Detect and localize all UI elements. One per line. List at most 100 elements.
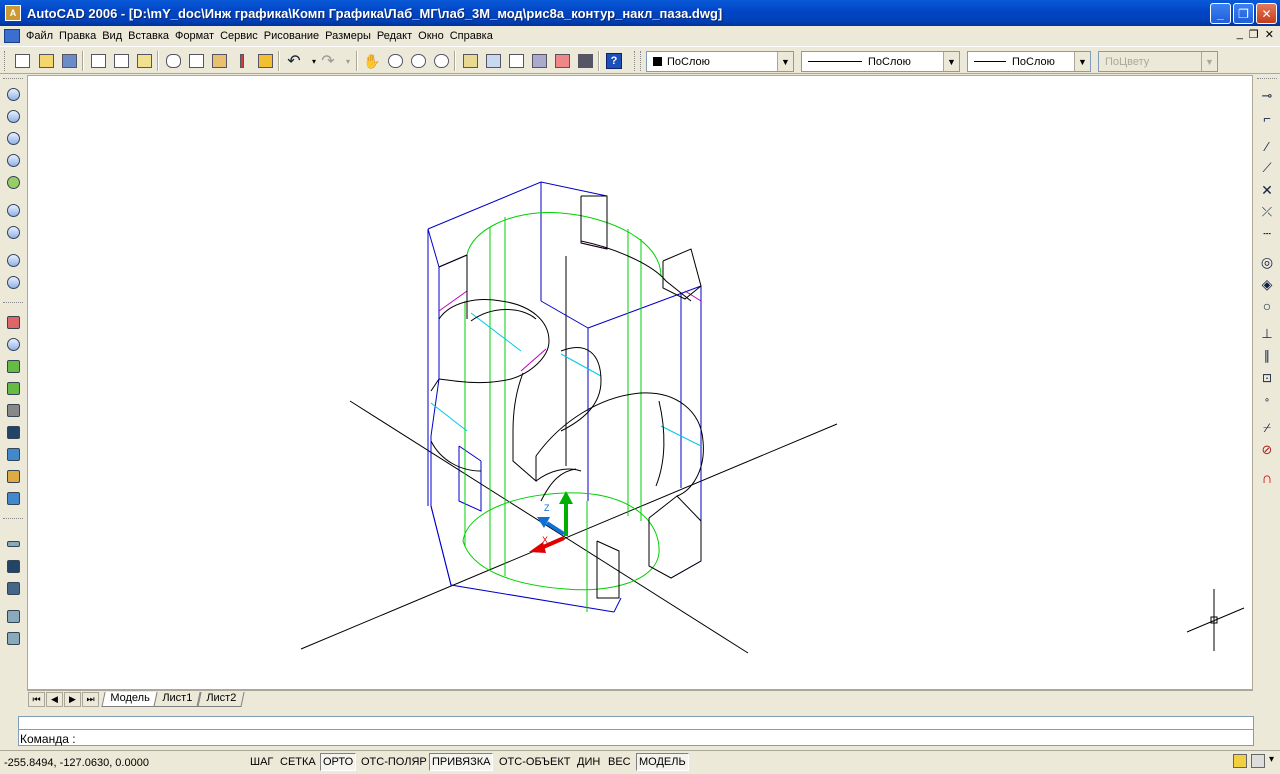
toolbar-grip[interactable] bbox=[3, 518, 23, 521]
3d-distance-icon[interactable] bbox=[4, 423, 22, 441]
menu-file[interactable]: Файл bbox=[26, 30, 59, 42]
pan-realtime-icon[interactable]: ✋ bbox=[362, 51, 382, 71]
menu-dimension[interactable]: Размеры bbox=[325, 30, 377, 42]
block-editor-icon[interactable] bbox=[255, 51, 275, 71]
drawing-area[interactable]: Z X bbox=[27, 75, 1253, 690]
snap-apparent-intersection-icon[interactable]: ⤫ bbox=[1258, 203, 1276, 221]
toolbar-grip[interactable] bbox=[634, 51, 637, 71]
linetype-control-select[interactable]: ПоСлою ▼ bbox=[801, 51, 960, 72]
zoom-previous-icon[interactable] bbox=[431, 51, 451, 71]
first-tab-button[interactable]: ⏮ bbox=[28, 692, 45, 707]
zoom-window-icon[interactable] bbox=[4, 85, 22, 103]
chevron-down-icon[interactable]: ▼ bbox=[943, 52, 959, 71]
snap-none-icon[interactable]: ⊘ bbox=[1258, 441, 1276, 459]
object-tracking-toggle[interactable]: ОТС-ОБЪЕКТ bbox=[496, 753, 573, 771]
redo-icon[interactable]: ↷ bbox=[318, 51, 338, 71]
doc-restore-button[interactable]: ❐ bbox=[1249, 28, 1259, 41]
menu-draw[interactable]: Рисование bbox=[264, 30, 325, 42]
temporary-track-point-icon[interactable]: ⊸ bbox=[1258, 87, 1276, 105]
chevron-down-icon[interactable]: ▼ bbox=[777, 52, 793, 71]
tool-palettes-icon[interactable] bbox=[506, 51, 526, 71]
toolbar-grip[interactable] bbox=[3, 302, 23, 305]
3d-continuous-orbit-icon[interactable] bbox=[4, 379, 22, 397]
menu-insert[interactable]: Вставка bbox=[128, 30, 175, 42]
communication-center-icon[interactable] bbox=[1232, 754, 1247, 768]
doc-minimize-button[interactable]: _ bbox=[1237, 28, 1243, 41]
ordinate-dimension-icon[interactable] bbox=[4, 579, 22, 597]
zoom-realtime-icon[interactable] bbox=[385, 51, 405, 71]
menu-window[interactable]: Окно bbox=[418, 30, 450, 42]
model-space-toggle[interactable]: МОДЕЛЬ bbox=[636, 753, 689, 771]
grid-mode-toggle[interactable]: СЕТКА bbox=[277, 753, 319, 771]
zoom-in-icon[interactable] bbox=[4, 201, 22, 219]
toolbar-grip[interactable] bbox=[1257, 78, 1277, 81]
chevron-down-icon[interactable]: ▼ bbox=[1074, 52, 1090, 71]
3d-zoom-icon[interactable] bbox=[4, 335, 22, 353]
snap-extension-icon[interactable]: ┄ bbox=[1258, 225, 1276, 243]
close-button[interactable]: ✕ bbox=[1256, 3, 1277, 24]
snap-quadrant-icon[interactable]: ◈ bbox=[1258, 275, 1276, 293]
properties-icon[interactable] bbox=[460, 51, 480, 71]
zoom-scale-icon[interactable] bbox=[4, 129, 22, 147]
coordinate-readout[interactable]: -255.8494, -127.0630, 0.0000 bbox=[4, 754, 244, 772]
zoom-extents-icon[interactable] bbox=[4, 273, 22, 291]
new-file-icon[interactable] bbox=[12, 51, 32, 71]
toolbar-grip[interactable] bbox=[640, 51, 643, 71]
tab-layout2[interactable]: Лист2 bbox=[196, 692, 245, 707]
aligned-dimension-icon[interactable] bbox=[4, 557, 22, 575]
match-properties-icon[interactable] bbox=[232, 51, 252, 71]
toolbar-grip[interactable] bbox=[4, 51, 7, 71]
help-icon[interactable]: ? bbox=[604, 51, 624, 71]
polar-tracking-toggle[interactable]: ОТС-ПОЛЯР bbox=[358, 753, 430, 771]
menu-tools[interactable]: Сервис bbox=[220, 30, 264, 42]
snap-mode-toggle[interactable]: ШАГ bbox=[247, 753, 276, 771]
lineweight-control-select[interactable]: ПоСлою ▼ bbox=[967, 51, 1091, 72]
snap-nearest-icon[interactable]: ⌿ bbox=[1258, 419, 1276, 437]
open-file-icon[interactable] bbox=[36, 51, 56, 71]
front-clip-icon[interactable] bbox=[4, 467, 22, 485]
zoom-window-icon[interactable] bbox=[408, 51, 428, 71]
zoom-all-icon[interactable] bbox=[4, 251, 22, 269]
snap-tangent-icon[interactable]: ○ bbox=[1258, 297, 1276, 315]
menu-view[interactable]: Вид bbox=[102, 30, 128, 42]
restore-button[interactable]: ❐ bbox=[1233, 3, 1254, 24]
lineweight-toggle[interactable]: ВЕС bbox=[605, 753, 634, 771]
menu-modify[interactable]: Редакт bbox=[377, 30, 418, 42]
tab-model[interactable]: Модель bbox=[101, 692, 159, 707]
tray-menu-icon[interactable]: ▾ bbox=[1269, 754, 1274, 768]
linear-dimension-icon[interactable] bbox=[4, 535, 22, 553]
snap-from-icon[interactable]: ⌐ bbox=[1258, 109, 1276, 127]
undo-icon[interactable]: ↶ bbox=[284, 51, 304, 71]
document-icon[interactable] bbox=[4, 28, 20, 43]
zoom-center-icon[interactable] bbox=[4, 151, 22, 169]
dynamic-input-toggle[interactable]: ДИН bbox=[574, 753, 603, 771]
minimize-button[interactable]: _ bbox=[1210, 3, 1231, 24]
snap-node-icon[interactable]: ∘ bbox=[1258, 391, 1276, 409]
cut-icon[interactable] bbox=[163, 51, 183, 71]
autocad-logo-icon[interactable]: A bbox=[5, 5, 21, 21]
doc-close-button[interactable]: ✕ bbox=[1265, 28, 1274, 41]
tab-layout1[interactable]: Лист1 bbox=[153, 692, 202, 707]
snap-center-icon[interactable]: ◎ bbox=[1258, 253, 1276, 271]
copy-icon[interactable] bbox=[186, 51, 206, 71]
redo-dropdown-icon[interactable]: ▾ bbox=[338, 51, 358, 71]
snap-midpoint-icon[interactable]: ⟋ bbox=[1258, 159, 1276, 177]
command-line-input[interactable]: Команда : bbox=[18, 729, 1254, 746]
osnap-settings-icon[interactable]: ∩ bbox=[1258, 469, 1276, 487]
prev-tab-button[interactable]: ◀ bbox=[46, 692, 63, 707]
object-snap-toggle[interactable]: ПРИВЯЗКА bbox=[429, 753, 494, 771]
zoom-out-icon[interactable] bbox=[4, 223, 22, 241]
menu-help[interactable]: Справка bbox=[450, 30, 499, 42]
3d-swivel-icon[interactable] bbox=[4, 401, 22, 419]
3d-orbit-icon[interactable] bbox=[4, 357, 22, 375]
calculator-icon[interactable] bbox=[575, 51, 595, 71]
snap-endpoint-icon[interactable]: ⁄ bbox=[1258, 137, 1276, 155]
design-center-icon[interactable] bbox=[483, 51, 503, 71]
baseline-dimension-icon[interactable] bbox=[4, 607, 22, 625]
3d-pan-icon[interactable] bbox=[4, 313, 22, 331]
save-icon[interactable] bbox=[59, 51, 79, 71]
ortho-mode-toggle[interactable]: ОРТО bbox=[320, 753, 357, 771]
snap-parallel-icon[interactable]: ∥ bbox=[1258, 347, 1276, 365]
last-tab-button[interactable]: ⏭ bbox=[82, 692, 99, 707]
print-preview-icon[interactable] bbox=[111, 51, 131, 71]
